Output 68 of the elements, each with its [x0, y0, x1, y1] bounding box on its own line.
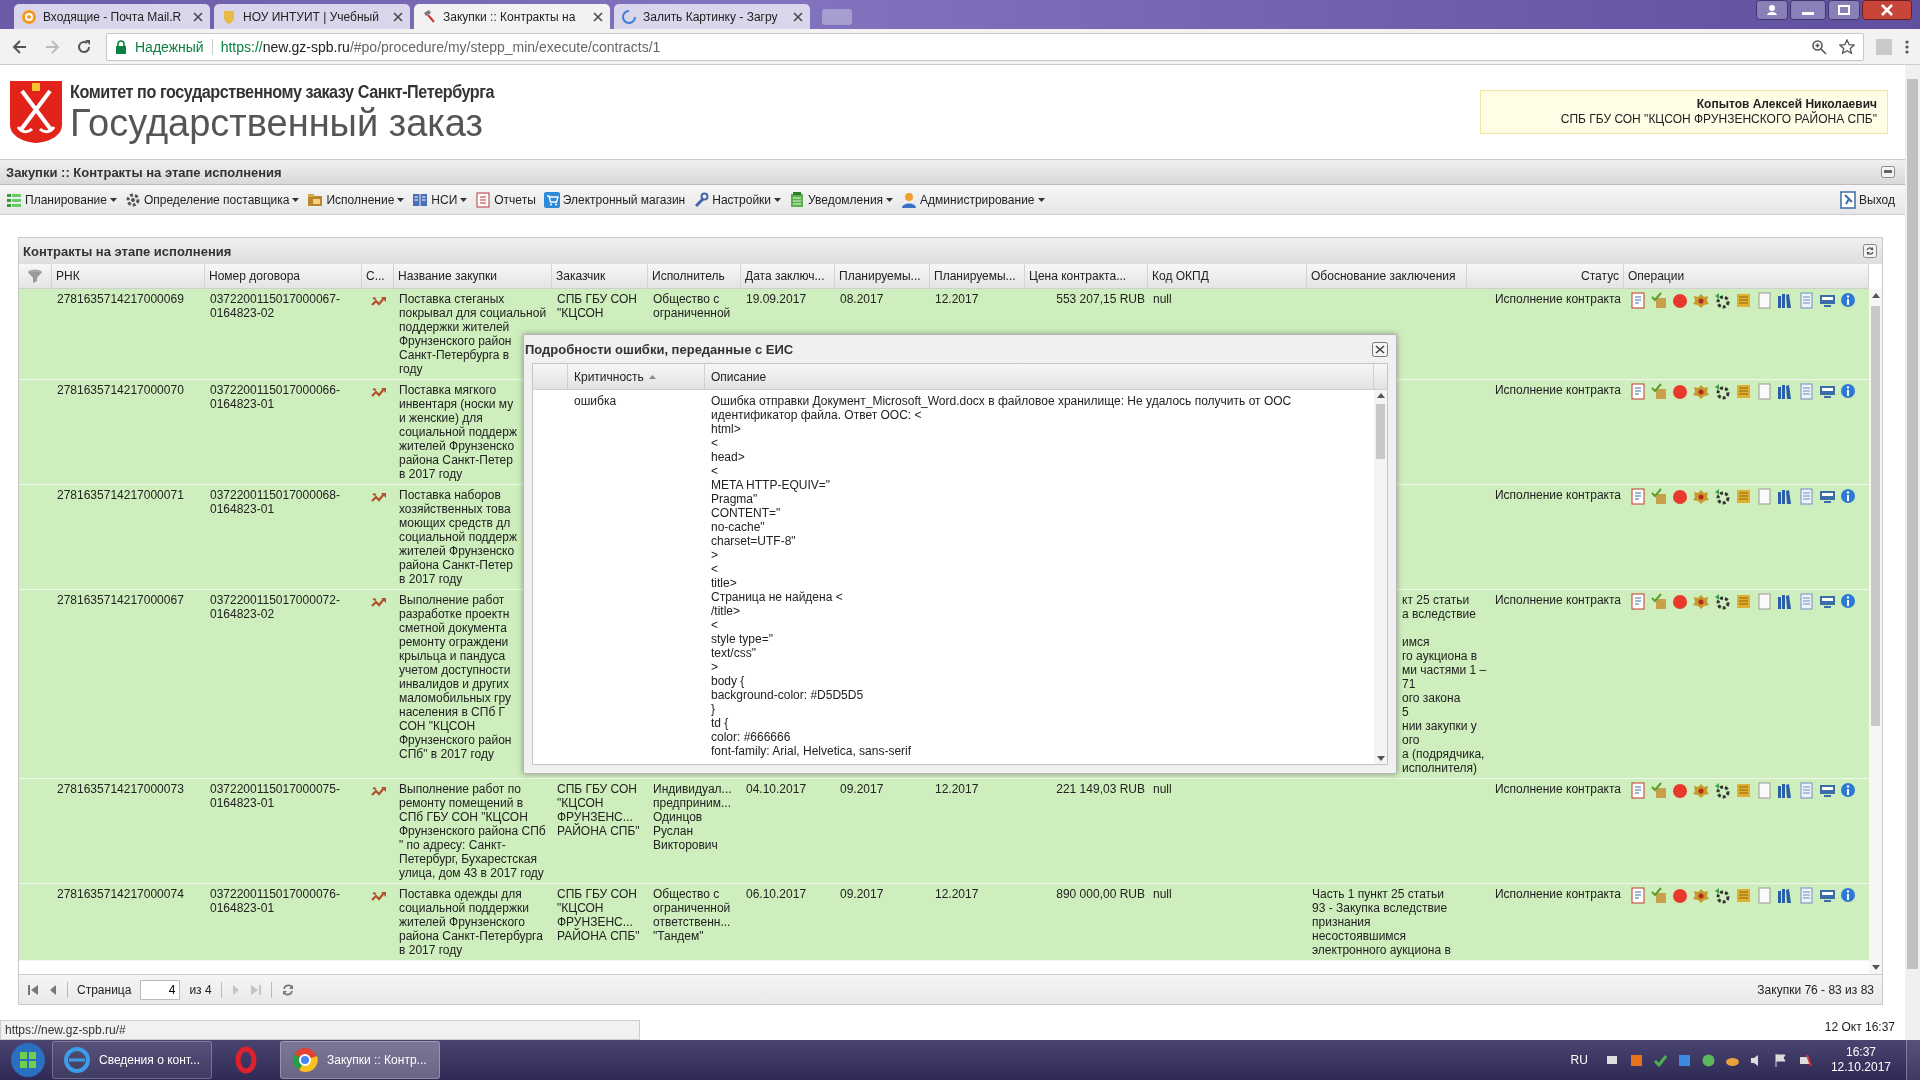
contract-number: 0372200115017000068- 0164823-01: [210, 488, 341, 516]
contract-number: 0372200115017000066- 0164823-01: [210, 383, 341, 411]
contract-date: 06.10.2017: [746, 887, 808, 901]
purchase-name: Выполнение работ по ремонту помещений в СПб ГБУ СОН "КЦСОН Фрунзенского района СПб " по адресу: Санкт- Петербург, Бухарестская улица, дом 43 в 2017 году: [399, 782, 546, 880]
purchase-name: Фрунзенского район Санкт-Петербурга в году: [399, 334, 512, 376]
conclusion-basis: кт 25 статьи а вследствие имся го аукциона в ми частями 1 – 71 ого закона 5 нии закупки у ого а (подрядчика, исполнителя): [1402, 593, 1487, 775]
contract-status: Исполнение контракта: [1493, 887, 1621, 901]
contract-price: 221 149,03 RUB: [1055, 782, 1145, 796]
tab-title: Входящие - Почта Mail.R: [43, 9, 183, 24]
customer-name: СПБ ГБУ СОН "КЦСОН ФРУНЗЕНС... РАЙОНА СПБ": [557, 782, 641, 838]
supplier-name: Индивидуал... предприним... Одинцов Руслан Викторович: [653, 782, 733, 852]
contract-status: Исполнение контракта: [1493, 782, 1621, 796]
planned-start: 08.2017: [840, 292, 885, 306]
contract-status: Исполнение контракта: [1493, 488, 1621, 502]
planned-end: 12.2017: [935, 887, 980, 901]
status-datetime: 12 Окт 16:37: [1824, 1020, 1895, 1034]
page-count: из 4: [189, 982, 212, 997]
okpd-code: null: [1153, 782, 1173, 796]
contract-status: Исполнение контракта: [1493, 383, 1621, 397]
page-title: Закупки :: Контракты на этапе исполнения: [6, 164, 282, 180]
user-name: Копытов Алексей Николаевич: [1695, 97, 1877, 111]
planned-start: 09.2017: [840, 782, 885, 796]
okpd-code: null: [1153, 887, 1173, 901]
contract-status: Исполнение контракта: [1493, 593, 1621, 607]
link-status: https://new.gz-spb.ru/#: [0, 1020, 640, 1040]
contract-price: 890 000,00 RUB: [1055, 887, 1145, 901]
site-title: Государственный заказ: [70, 102, 483, 143]
contract-price: 553 207,15 RUB: [1055, 292, 1145, 306]
severity-text: ошибка: [574, 394, 618, 408]
contract-number: 0372200115017000067- 0164823-02: [210, 292, 341, 320]
security-label: Надежный: [135, 38, 204, 55]
registry-number: 2781635714217000070: [57, 383, 185, 397]
contract-number: 0372200115017000075- 0164823-01: [210, 782, 341, 810]
tab-title: Залить Картинку - Загру: [643, 9, 779, 24]
purchase-name: Выполнение работ разработке проектн сметной документа ремонту ограждени крыльца и пандуса учетом доступности инвалидов и других маломобильных гру населения в СПб Г СОН "КЦСОН Фрунзенского район СПб" в 2017 году: [399, 593, 512, 761]
organization-name: Комитет по государственному заказу Санкт-Петербурга: [70, 81, 495, 103]
grid-title: Контракты на этапе исполнения: [23, 243, 232, 259]
registry-number: 2781635714217000074: [57, 887, 185, 901]
purchase-name: Поставка стеганых покрывал для социальной поддержки жителей: [399, 292, 547, 334]
tab-title: Закупки :: Контракты на: [443, 9, 577, 24]
planned-end: 12.2017: [935, 782, 980, 796]
supplier-name: Общество с ограниченной: [653, 292, 732, 320]
contract-number: 0372200115017000072- 0164823-02: [210, 593, 341, 621]
planned-end: 12.2017: [935, 292, 980, 306]
planned-start: 09.2017: [840, 887, 885, 901]
error-description: Ошибка отправки Документ_Microsoft_Word.docx в файловое хранилище: Не удалось получить от ООС идентификатор файла. Ответ ООС: < html> < head> < META HTTP-EQUIV=" Pragma" CONTENT=" no-cache" charset=UTF-8" > < title> Страница не найдена < /title> < style type=" text/css" > body { background-color: #D5D5D5 } td { color: #666666 font-family: Arial, Helvetica, sans-serif: [711, 394, 1293, 758]
purchase-name: Поставка наборов хозяйственных това моющих средств дл социальной поддерж жителей Фрунзенско района Санкт-Петер в 2017 году: [399, 488, 517, 586]
url-text: https://new.gz-spb.ru/#po/procedure/my/stepp_min/execute/contracts/1: [220, 38, 661, 55]
purchase-name: Поставка одежды для социальной поддержки жителей Фрунзенского района Санкт-Петербурга в 2017 году: [399, 887, 543, 957]
registry-number: 2781635714217000071: [57, 488, 185, 502]
page-label: Страница: [77, 982, 132, 997]
contract-date: 04.10.2017: [746, 782, 808, 796]
registry-number: 2781635714217000067: [57, 593, 185, 607]
user-organization: СПБ ГБУ СОН "КЦСОН ФРУНЗЕНСКОГО РАЙОНА СПБ": [1560, 112, 1877, 127]
conclusion-basis: Часть 1 пункт 25 статьи 93 - Закупка вследствие признания несостоявшимся электронного аукциона в: [1312, 887, 1451, 957]
purchase-name: Поставка мягкого инвентаря (носки му и женские) для социальной поддерж жителей Фрунзенско района Санкт-Петер в 2017 году: [399, 383, 517, 481]
customer-name: СПБ ГБУ СОН "КЦСОН: [557, 292, 638, 320]
records-summary: Закупки 76 - 83 из 83: [1757, 982, 1874, 997]
contract-number: 0372200115017000076- 0164823-01: [210, 887, 341, 915]
supplier-name: Общество с ограниченной ответственн... "Тандем": [653, 887, 732, 943]
registry-number: 2781635714217000073: [57, 782, 185, 796]
dialog-title: Подробности ошибки, переданные с ЕИС: [525, 341, 794, 357]
registry-number: 2781635714217000069: [57, 292, 185, 306]
customer-name: СПБ ГБУ СОН "КЦСОН ФРУНЗЕНС... РАЙОНА СПБ": [557, 887, 641, 943]
tab-title: НОУ ИНТУИТ | Учебный: [243, 9, 380, 24]
contract-date: 19.09.2017: [746, 292, 808, 306]
okpd-code: null: [1153, 292, 1173, 306]
contract-status: Исполнение контракта: [1493, 292, 1621, 306]
